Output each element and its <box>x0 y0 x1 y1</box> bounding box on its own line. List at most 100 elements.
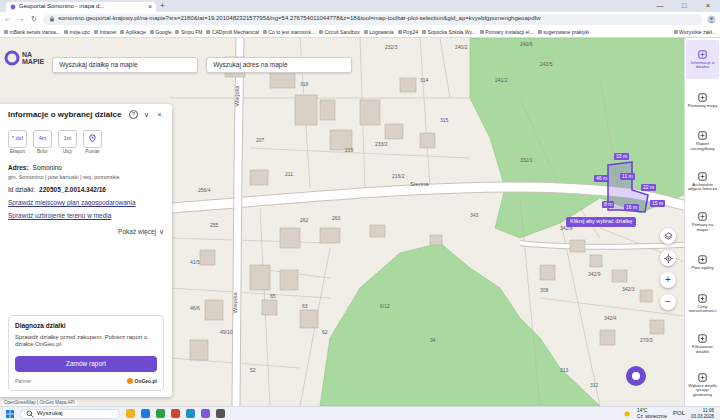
weather[interactable]: 14°CCz. słonecznie <box>637 408 667 418</box>
weather-text[interactable]: Cz. słonecznie <box>637 414 667 419</box>
app-icon[interactable] <box>201 409 210 418</box>
bookmark-label[interactable]: Aplikacje <box>126 29 146 35</box>
sidebar-label[interactable]: Archiwalne zdjęcia lotnicze <box>686 183 719 192</box>
map-attribution[interactable]: OpenStreetMap | OnGeo Mapa API <box>2 400 77 406</box>
panel-link[interactable]: Sprawdź miejscowy plan zagospodarowania <box>8 199 164 207</box>
building[interactable] <box>200 250 215 265</box>
sidebar-label[interactable]: Ceny nieruchomości <box>686 305 719 314</box>
panel-tool[interactable]: 4mBufor <box>33 130 52 154</box>
parcel-number[interactable]: 6/12 <box>380 304 390 309</box>
bookmark-label[interactable]: moje.upc <box>70 29 90 35</box>
building[interactable] <box>250 265 270 290</box>
bookmark-label[interactable]: Intranet <box>99 29 116 35</box>
window-control-button[interactable]: × <box>696 2 720 10</box>
building[interactable] <box>320 100 335 120</box>
address-text[interactable]: somonino.geoportal-krajowy.pl/na-mapie?s… <box>58 15 540 22</box>
taskbar-search-label[interactable]: Wyszukaj <box>37 410 63 417</box>
close-tab-button[interactable]: × <box>148 3 152 11</box>
show-more-label[interactable]: Pokaż więcej <box>118 228 156 236</box>
building[interactable] <box>360 100 380 125</box>
building[interactable] <box>640 290 652 302</box>
sidebar-item[interactable]: Wybierz działki rysując geometrię <box>686 365 719 404</box>
building[interactable] <box>430 235 442 245</box>
new-tab-button[interactable]: + <box>160 1 165 11</box>
bookmark[interactable]: Pomiary instalacji el... <box>480 29 534 35</box>
sidebar-item[interactable]: Plan ogólny <box>686 243 719 282</box>
panel-tool[interactable]: *.dxfEksport <box>8 130 27 154</box>
panel-tool[interactable]: Pomiar <box>83 130 102 154</box>
bookmark-label[interactable]: Google <box>155 29 171 35</box>
building[interactable] <box>400 78 416 92</box>
building[interactable] <box>650 320 664 334</box>
clock[interactable]: 11:0603.03.2026 <box>691 408 714 418</box>
sidebar-label[interactable]: Pomiary na mapie <box>686 223 719 232</box>
panel-tool[interactable]: 1mUlicy <box>58 130 77 154</box>
app-icon[interactable] <box>156 409 165 418</box>
building[interactable] <box>600 330 615 345</box>
show-more-button[interactable]: Pokaż więcej∨ <box>8 228 164 236</box>
parcel-number[interactable]: 242/6 <box>520 42 533 47</box>
parcel-number[interactable]: 233/2 <box>375 142 388 147</box>
sidebar-item[interactable]: Informacje o działce <box>686 40 719 79</box>
app-icon[interactable] <box>171 409 180 418</box>
partner-brand[interactable]: OnGeo.pl <box>127 378 158 384</box>
tab-title[interactable]: Geoportal Somonino - mapa d... <box>19 3 145 10</box>
app-icon[interactable] <box>216 409 225 418</box>
taskbar-search[interactable]: Wyszukaj <box>20 409 120 419</box>
sidebar-item[interactable]: Filtrowanie działek <box>686 325 719 364</box>
clock-date[interactable]: 03.03.2026 <box>691 414 714 419</box>
tool-glyph[interactable]: 4m <box>33 130 52 148</box>
parcel-number[interactable]: 232/3 <box>385 45 398 50</box>
parcel-number[interactable]: 270/3 <box>640 338 653 343</box>
bookmark[interactable]: sugerowane praktyki <box>538 29 589 35</box>
building[interactable] <box>205 300 223 320</box>
bookmark-label[interactable]: Pinji24 <box>403 29 418 35</box>
nav-button[interactable]: ← <box>4 15 12 23</box>
nav-button[interactable]: ↻ <box>30 15 38 23</box>
building[interactable] <box>612 270 627 282</box>
sidebar-item[interactable]: Pomiary na mapie <box>686 203 719 242</box>
sidebar-label[interactable]: Filtrowanie działek <box>686 345 719 354</box>
parcel-number[interactable]: 312 <box>590 383 598 388</box>
weather-temp[interactable]: 14°C <box>637 408 667 413</box>
nav-button[interactable]: → <box>17 15 25 23</box>
building[interactable] <box>300 310 318 328</box>
parcel-number[interactable]: 52 <box>250 368 256 373</box>
building[interactable] <box>262 300 277 315</box>
bookmark-label[interactable]: Logowania <box>369 29 393 35</box>
app-icon[interactable] <box>141 409 150 418</box>
parcel-number[interactable]: 46/6 <box>190 306 200 311</box>
parcel-number[interactable]: 263 <box>332 216 340 221</box>
parcel-number[interactable]: 255 <box>210 223 218 228</box>
bookmark-label[interactable]: sugerowane praktyki <box>543 29 589 35</box>
bookmark[interactable]: Sinpu FM <box>175 29 202 35</box>
all-bookmarks-label[interactable]: Wszystkie zakł... <box>679 29 716 35</box>
sidebar-label[interactable]: Raport szczegółowy <box>686 142 719 151</box>
window-control-button[interactable]: — <box>648 2 672 10</box>
zoom-out-button[interactable]: − <box>660 294 676 310</box>
parcel-number[interactable]: 343 <box>470 213 478 218</box>
building[interactable] <box>295 95 317 125</box>
sidebar-label[interactable]: Wybierz działki rysując geometrię <box>686 384 719 398</box>
help-button[interactable]: ? <box>129 110 138 119</box>
tool-glyph[interactable]: 1m <box>58 130 77 148</box>
app-icon[interactable] <box>126 409 135 418</box>
building[interactable] <box>190 340 208 360</box>
parcel-number[interactable]: 216/2 <box>392 174 405 179</box>
building[interactable] <box>320 228 340 243</box>
parcel-number[interactable]: 34 <box>430 338 436 343</box>
tool-glyph[interactable]: *.dxf <box>8 130 27 148</box>
parcel-number[interactable]: 315 <box>440 118 448 123</box>
bookmark-label[interactable]: Sopocka Szkoła Wy... <box>428 29 476 35</box>
browser-tab[interactable]: Geoportal Somonino - mapa d...× <box>6 2 156 12</box>
building[interactable] <box>330 130 352 150</box>
map[interactable]: SiennaWiejskaWiejska232/3240/2242/6242/5… <box>0 38 684 406</box>
parcel-number[interactable]: 242/5 <box>540 62 553 67</box>
building[interactable] <box>280 270 298 290</box>
bookmark[interactable]: CADprofi Mechanical <box>206 29 258 35</box>
bookmark[interactable]: Google <box>150 29 172 35</box>
parcel-number[interactable]: 65 <box>270 294 276 299</box>
building[interactable] <box>385 124 403 139</box>
panel-link[interactable]: Sprawdź uzbrojenie terenu w media <box>8 212 164 220</box>
sidebar-item[interactable]: Raport szczegółowy <box>686 121 719 160</box>
